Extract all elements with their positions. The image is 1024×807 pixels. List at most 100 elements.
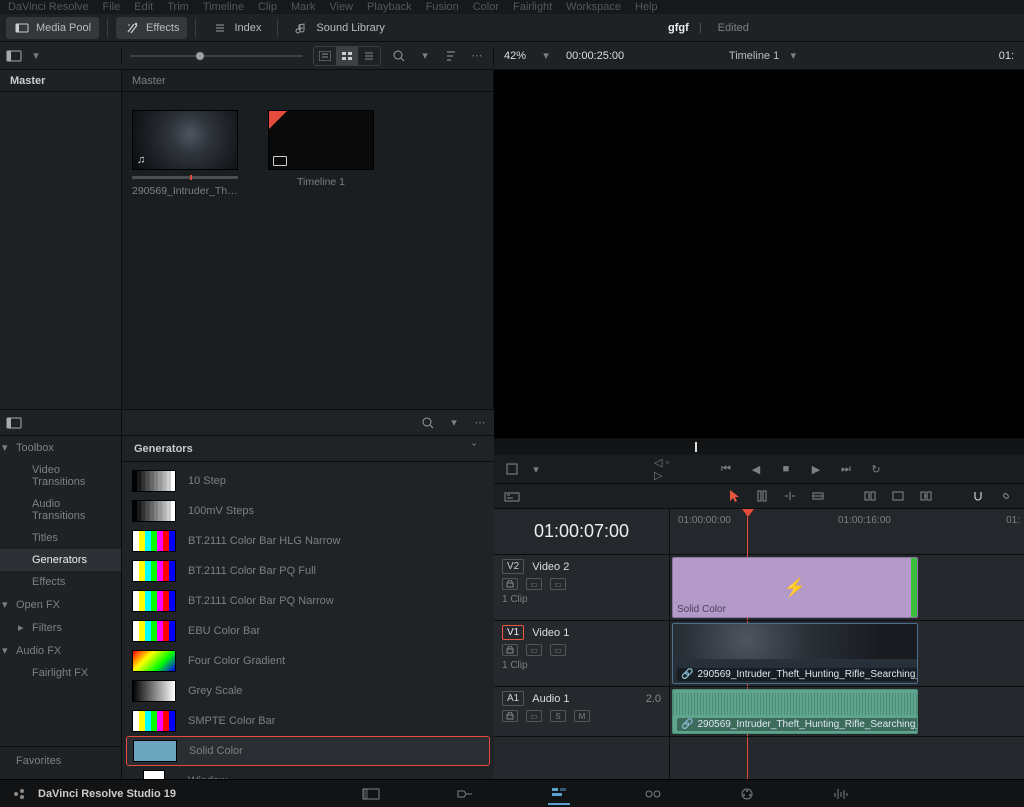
- track-tag-v1[interactable]: V1: [502, 625, 524, 640]
- track-lane-v1[interactable]: 🔗 290569_Intruder_Theft_Hunting_Rifle_Se…: [670, 621, 1024, 687]
- viewer-timecode[interactable]: 00:00:25:00: [566, 50, 624, 62]
- generator-smpte[interactable]: SMPTE Color Bar: [126, 706, 490, 736]
- fx-cat-effects[interactable]: Effects: [0, 571, 121, 593]
- timeline-ruler[interactable]: 01:00:00:00 01:00:16:00 01:: [670, 509, 1024, 555]
- track-lane-a1[interactable]: 🔗 290569_Intruder_Theft_Hunting_Rifle_Se…: [670, 687, 1024, 737]
- track-auto-icon[interactable]: ▭: [526, 644, 542, 656]
- track-tag-a1[interactable]: A1: [502, 691, 524, 706]
- magnet-icon[interactable]: [970, 488, 986, 504]
- timeline-tracks[interactable]: 01:00:00:00 01:00:16:00 01: ⚡ Solid Colo…: [670, 509, 1024, 779]
- position-lock-icon[interactable]: [890, 488, 906, 504]
- thumbnail-size-slider[interactable]: [130, 55, 303, 57]
- view-mode-metadata[interactable]: [314, 47, 336, 65]
- generator-10-step[interactable]: 10 Step: [126, 466, 490, 496]
- sidebar-toggle-icon[interactable]: [6, 415, 22, 431]
- home-icon[interactable]: [12, 786, 28, 802]
- menu-mark[interactable]: Mark: [291, 1, 315, 13]
- sidebar-toggle-icon[interactable]: [6, 48, 22, 64]
- clip-intruder-audio[interactable]: 🔗 290569_Intruder_Theft_Hunting_Rifle_Se…: [672, 689, 918, 734]
- media-timeline-1[interactable]: Timeline 1: [268, 110, 374, 188]
- more-icon[interactable]: ⋯: [469, 48, 485, 64]
- sound-library-button[interactable]: Sound Library: [286, 17, 393, 39]
- index-button[interactable]: Index: [204, 17, 269, 39]
- bin-master[interactable]: Master: [0, 70, 121, 92]
- chevron-down-icon[interactable]: ▾: [446, 415, 462, 431]
- track-header-v2[interactable]: V2 Video 2 ▭ ▭ 1 Clip: [494, 555, 669, 621]
- track-mute-button[interactable]: M: [574, 710, 590, 722]
- menu-app[interactable]: DaVinci Resolve: [8, 1, 89, 13]
- page-fusion-icon[interactable]: [642, 783, 664, 805]
- track-tag-v2[interactable]: V2: [502, 559, 524, 574]
- generator-bt2111-pq-full[interactable]: BT.2111 Color Bar PQ Full: [126, 556, 490, 586]
- fx-cat-openfx[interactable]: Open FX: [0, 593, 121, 616]
- track-solo-button[interactable]: S: [550, 710, 566, 722]
- track-visible-icon[interactable]: ▭: [550, 578, 566, 590]
- clip-transition-handle[interactable]: [911, 558, 917, 617]
- fx-cat-audio-transitions[interactable]: Audio Transitions: [0, 493, 121, 527]
- media-pool-button[interactable]: Media Pool: [6, 17, 99, 39]
- page-color-icon[interactable]: [736, 783, 758, 805]
- overwrite-tool-icon[interactable]: [810, 488, 826, 504]
- loop-icon[interactable]: ↻: [868, 461, 884, 477]
- step-back-icon[interactable]: ◀: [748, 461, 764, 477]
- page-edit-icon[interactable]: [548, 783, 570, 805]
- blade-tool-icon[interactable]: [754, 488, 770, 504]
- collapse-icon[interactable]: ˇ: [466, 441, 482, 457]
- page-cut-icon[interactable]: [454, 783, 476, 805]
- track-lock-icon[interactable]: [502, 578, 518, 590]
- generator-solid-color[interactable]: Solid Color: [126, 736, 490, 766]
- track-lane-v2[interactable]: ⚡ Solid Color: [670, 555, 1024, 621]
- play-icon[interactable]: ▶: [808, 461, 824, 477]
- page-fairlight-icon[interactable]: [830, 783, 852, 805]
- generator-grey-scale[interactable]: Grey Scale: [126, 676, 490, 706]
- page-media-icon[interactable]: [360, 783, 382, 805]
- menu-color[interactable]: Color: [473, 1, 499, 13]
- fx-cat-audiofx[interactable]: Audio FX: [0, 639, 121, 662]
- menu-view[interactable]: View: [329, 1, 353, 13]
- insert-tool-icon[interactable]: [782, 488, 798, 504]
- track-auto-icon[interactable]: ▭: [526, 578, 542, 590]
- menu-trim[interactable]: Trim: [167, 1, 189, 13]
- search-icon[interactable]: [420, 415, 436, 431]
- track-header-a1[interactable]: A1 Audio 1 2.0 ▭ S M: [494, 687, 669, 737]
- link-tool-icon[interactable]: [862, 488, 878, 504]
- jump-start-icon[interactable]: ⏮: [718, 461, 734, 477]
- fx-cat-toolbox[interactable]: Toolbox: [0, 436, 121, 459]
- menu-workspace[interactable]: Workspace: [566, 1, 621, 13]
- chain-link-icon[interactable]: [998, 488, 1014, 504]
- clip-intruder-video[interactable]: 🔗 290569_Intruder_Theft_Hunting_Rifle_Se…: [672, 623, 918, 684]
- generator-bt2111-hlg[interactable]: BT.2111 Color Bar HLG Narrow: [126, 526, 490, 556]
- view-mode-thumbnails[interactable]: [336, 47, 358, 65]
- jump-end-icon[interactable]: ⏭: [838, 461, 854, 477]
- menu-fairlight[interactable]: Fairlight: [513, 1, 552, 13]
- menu-playback[interactable]: Playback: [367, 1, 412, 13]
- stop-icon[interactable]: ■: [778, 461, 794, 477]
- chevron-down-icon[interactable]: ▾: [538, 48, 554, 64]
- snap-icon[interactable]: [918, 488, 934, 504]
- menu-timeline[interactable]: Timeline: [203, 1, 244, 13]
- menu-clip[interactable]: Clip: [258, 1, 277, 13]
- generator-bt2111-pq-narrow[interactable]: BT.2111 Color Bar PQ Narrow: [126, 586, 490, 616]
- menu-help[interactable]: Help: [635, 1, 658, 13]
- track-header-v1[interactable]: V1 Video 1 ▭ ▭ 1 Clip: [494, 621, 669, 687]
- viewer-scrub-bar[interactable]: [494, 439, 1024, 455]
- chevron-down-icon[interactable]: ▾: [528, 461, 544, 477]
- viewer[interactable]: [494, 70, 1024, 439]
- generator-100mv-steps[interactable]: 100mV Steps: [126, 496, 490, 526]
- menu-file[interactable]: File: [103, 1, 121, 13]
- generator-ebu[interactable]: EBU Color Bar: [126, 616, 490, 646]
- track-lock-icon[interactable]: [502, 644, 518, 656]
- track-record-icon[interactable]: ▭: [526, 710, 542, 722]
- timeline-selector[interactable]: Timeline 1 ▾: [729, 48, 801, 64]
- crop-icon[interactable]: [504, 461, 520, 477]
- loop-markers-icon[interactable]: ◁ ◦ ▷: [654, 461, 670, 477]
- more-icon[interactable]: ⋯: [472, 415, 488, 431]
- media-clip-intruder[interactable]: ♫ 290569_Intruder_Theft...: [132, 110, 238, 197]
- track-lock-icon[interactable]: [502, 710, 518, 722]
- clip-scrub-bar[interactable]: [132, 176, 238, 179]
- selection-tool-icon[interactable]: [726, 488, 742, 504]
- fx-cat-filters[interactable]: Filters: [0, 616, 121, 639]
- track-visible-icon[interactable]: ▭: [550, 644, 566, 656]
- timeline-timecode[interactable]: 01:00:07:00: [494, 509, 669, 555]
- fx-cat-generators[interactable]: Generators: [0, 549, 121, 571]
